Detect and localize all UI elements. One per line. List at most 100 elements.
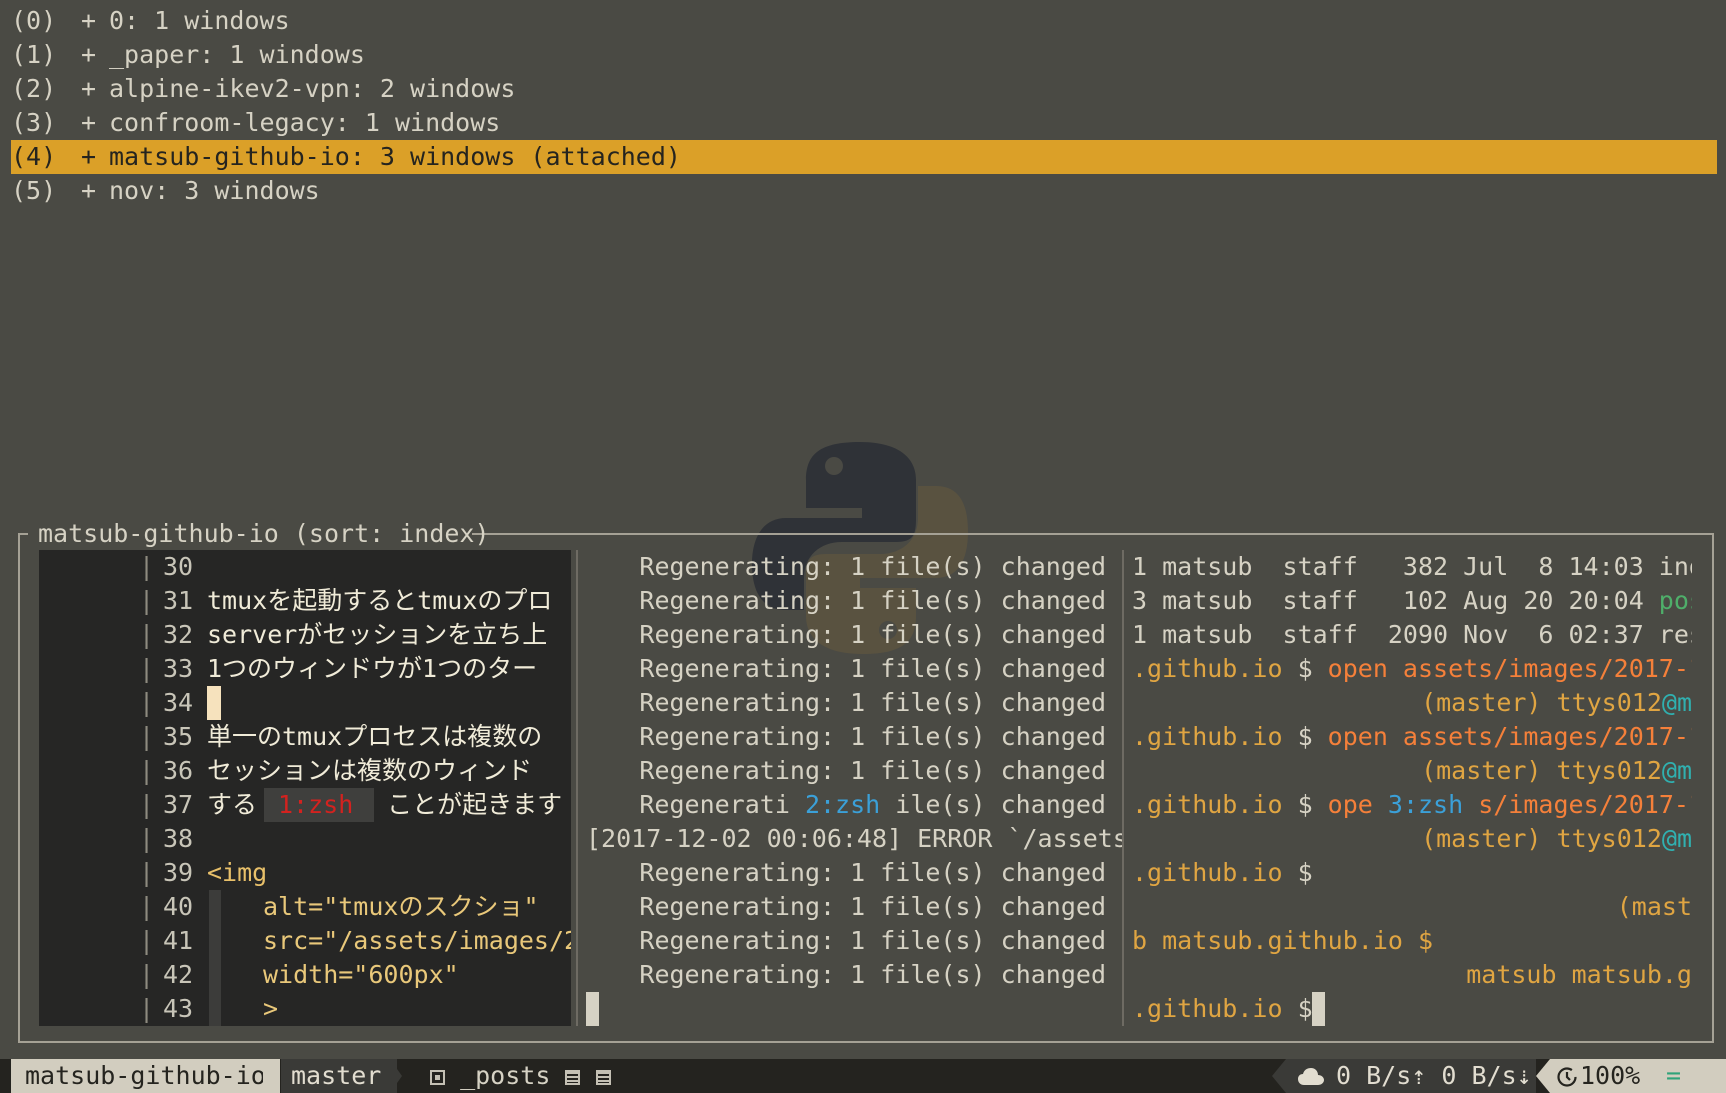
log-line: Regenerati 2:zsh ile(s) changed: [639, 790, 1106, 819]
pane-divider[interactable]: [576, 550, 578, 1026]
code-line: | 33 1つのウィンドウが1つのター: [39, 652, 571, 686]
line-text: セッションは複数のウィンド: [207, 756, 533, 785]
window-label-text: 1:zsh: [278, 790, 354, 819]
window-label-3[interactable]: 3:zsh: [1388, 790, 1463, 819]
status-network-rate: 0 B/s⇡ 0 B/s⇣: [1336, 1061, 1532, 1090]
session-index: (5): [11, 176, 57, 205]
ls-line: 3 matsub staff 102 Aug 20 20:04 posts: [1132, 586, 1692, 615]
code-line: | 31 tmuxを起動するとtmuxのプロ: [39, 584, 571, 618]
prompt-line: b matsub.github.io $: [1132, 926, 1434, 955]
window-label-2[interactable]: 2:zsh: [805, 790, 880, 819]
status-network: 0 B/s⇡ 0 B/s⇣: [1286, 1059, 1536, 1093]
powerline-separator: [263, 1059, 275, 1093]
code-line: | 36 セッションは複数のウィンド: [39, 754, 571, 788]
status-window-list[interactable]: _posts: [430, 1059, 611, 1093]
line-text: する ことが起きます: [207, 790, 563, 819]
session-label: 0: 1 windows: [109, 6, 290, 35]
session-item-5[interactable]: (5) + nov: 3 windows: [11, 174, 1717, 208]
window-icon: [595, 1070, 611, 1085]
line-text: <img: [207, 858, 268, 887]
session-index: (4): [11, 142, 57, 171]
log-line: Regenerating: 1 file(s) changed: [639, 552, 1106, 581]
preview-title: matsub-github-io (sort: index): [38, 519, 490, 548]
session-item-4-selected[interactable]: (4) + matsub-github-io: 3 windows (attache…: [11, 140, 1717, 174]
log-line: Regenerating: 1 file(s) changed: [639, 722, 1106, 751]
line-text: src="/assets/images/20: [263, 926, 571, 955]
log-line: Regenerating: 1 file(s) changed: [639, 688, 1106, 717]
session-marker: +: [81, 40, 97, 69]
session-item-2[interactable]: (2) + alpine-ikev2-vpn: 2 windows: [11, 72, 1717, 106]
session-index: (1): [11, 40, 57, 69]
line-number: 41: [163, 926, 194, 955]
log-line: Regenerating: 1 file(s) changed: [639, 858, 1106, 887]
prompt-line: .github.io $ open assets/images/2017-12-: [1132, 722, 1692, 751]
session-label: matsub-github-io: 3 windows (attached): [109, 142, 681, 171]
session-label: alpine-ikev2-vpn: 2 windows: [109, 74, 516, 103]
pane-divider[interactable]: [1122, 550, 1124, 1026]
session-marker: +: [81, 74, 97, 103]
battery-indicator: =: [1666, 1061, 1682, 1090]
log-line: Regenerating: 1 file(s) changed: [639, 960, 1106, 989]
window-icon: [565, 1070, 581, 1085]
line-number: 30: [163, 552, 194, 581]
prompt-line: .github.io $: [1132, 858, 1328, 887]
code-line: | 32 serverがセッションを立ち上: [39, 618, 571, 652]
session-label: confroom-legacy: 1 windows: [109, 108, 501, 137]
session-label: _paper: 1 windows: [109, 40, 365, 69]
line-text: 1つのウィンドウが1つのター: [207, 654, 538, 683]
clock-icon: [1556, 1059, 1578, 1093]
code-line: | 38: [39, 822, 571, 856]
pane-editor[interactable]: | 30 | 31 tmuxを起動するとtmuxのプロ | 32 serverがセッション…: [39, 550, 571, 1026]
session-label: nov: 3 windows: [109, 176, 320, 205]
code-line: | 42 width="600px": [39, 958, 571, 992]
session-marker: +: [81, 176, 97, 205]
powerline-separator: [390, 1059, 402, 1093]
code-line: | 39 <img: [39, 856, 571, 890]
line-text: tmuxを起動するとtmuxのプロ: [207, 586, 553, 615]
terminal-cursor: [1312, 992, 1325, 1026]
line-text: width="600px": [263, 960, 459, 989]
pane-jekyll-log[interactable]: Regenerating: 1 file(s) changed Regenera…: [580, 550, 1122, 1026]
session-marker: +: [81, 6, 97, 35]
log-line: Regenerating: 1 file(s) changed: [639, 926, 1106, 955]
session-index: (3): [11, 108, 57, 137]
battery-percent: 100%: [1580, 1061, 1641, 1090]
preview-frame-top-edge: [18, 533, 28, 535]
line-number: 40: [163, 892, 194, 921]
session-marker: +: [81, 142, 97, 171]
code-line: | 34: [39, 686, 571, 720]
prompt-line: .github.io $: [1132, 994, 1328, 1023]
log-line: Regenerating: 1 file(s) changed: [639, 892, 1106, 921]
log-line: Regenerating: 1 file(s) changed: [639, 586, 1106, 615]
powerline-separator: [1272, 1059, 1286, 1093]
pane-shell[interactable]: 1 matsub staff 382 Jul 8 14:03 index 3 m…: [1126, 550, 1692, 1026]
window-label-1[interactable]: 1:zsh: [264, 788, 374, 822]
log-line: Regenerating: 1 file(s) changed: [639, 620, 1106, 649]
status-window-name: _posts: [460, 1061, 551, 1090]
window-icon: [430, 1070, 445, 1085]
preview-frame-top-edge: [472, 533, 1714, 535]
code-line: | 40 alt="tmuxのスクショ": [39, 890, 571, 924]
prompt-line: .github.io $ open assets/images/2017-12-: [1132, 654, 1692, 683]
rprompt-line: (master) ttys012@m: [1421, 688, 1692, 717]
rprompt-line: (master) ttys012@m: [1421, 824, 1692, 853]
rprompt-line: (mast: [1616, 892, 1692, 921]
code-line: | 30: [39, 550, 571, 584]
line-number: 42: [163, 960, 194, 989]
ls-line: 1 matsub staff 2090 Nov 6 02:37 resum: [1132, 620, 1692, 649]
session-item-1[interactable]: (1) + _paper: 1 windows: [11, 38, 1717, 72]
status-session-name: matsub-github-io: [11, 1059, 280, 1093]
session-item-0[interactable]: (0) +0: 1 windows: [11, 4, 1717, 38]
log-line: Regenerating: 1 file(s) changed: [639, 756, 1106, 785]
line-text: >: [263, 994, 279, 1023]
line-number: 38: [163, 824, 194, 853]
line-text: 単一のtmuxプロセスは複数の: [207, 722, 543, 751]
rprompt-line: matsub matsub.g: [1466, 960, 1692, 989]
line-number: 43: [163, 994, 194, 1023]
line-text: alt="tmuxのスクショ": [263, 892, 539, 921]
session-index: (0): [11, 6, 57, 35]
line-text: serverがセッションを立ち上: [207, 620, 548, 649]
log-error-line: [2017-12-02 00:06:48] ERROR `/assets/i: [586, 824, 1122, 853]
editor-cursor: [207, 686, 221, 720]
session-item-3[interactable]: (3) + confroom-legacy: 1 windows: [11, 106, 1717, 140]
